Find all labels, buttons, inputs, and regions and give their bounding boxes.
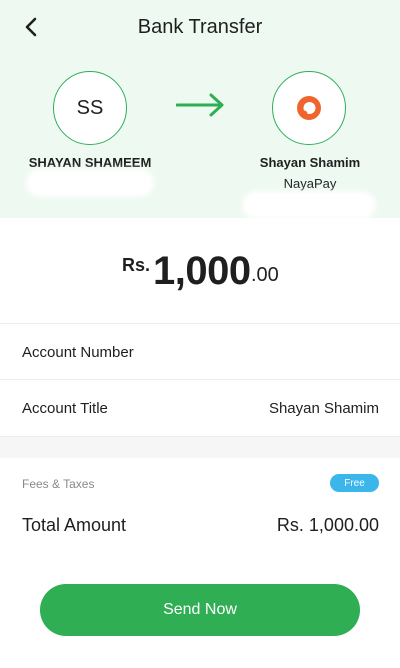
total-amount-value: Rs. 1,000.00 bbox=[276, 515, 379, 535]
sender-avatar: SS bbox=[53, 71, 127, 145]
total-amount-label: Total Amount bbox=[22, 515, 127, 535]
fees-badge: Free bbox=[330, 474, 379, 492]
account-title-label: Account Title bbox=[22, 400, 108, 417]
divider bbox=[0, 379, 400, 380]
nayapay-logo-icon bbox=[297, 96, 321, 120]
amount-currency: Rs. bbox=[122, 255, 151, 275]
account-number-label: Account Number bbox=[22, 344, 134, 361]
account-title-value: Shayan Shamim bbox=[268, 400, 379, 417]
sender-name: SHAYAN SHAMEEM bbox=[28, 155, 152, 170]
fees-label: Fees & Taxes bbox=[22, 477, 95, 491]
amount-whole: 1,000 bbox=[153, 249, 251, 293]
receiver-name: Shayan Shamim bbox=[259, 155, 361, 170]
send-now-button[interactable]: Send Now bbox=[40, 584, 360, 636]
amount-decimal: .00 bbox=[251, 264, 279, 286]
sender-initials: SS bbox=[76, 96, 104, 119]
redacted-sender-account bbox=[30, 173, 150, 193]
receiver-bank: NayaPay bbox=[283, 176, 337, 191]
transfer-amount: Rs. 1,000 .00 bbox=[0, 247, 400, 297]
redacted-receiver-account bbox=[246, 195, 372, 215]
divider bbox=[0, 323, 400, 324]
page-title: Bank Transfer bbox=[137, 16, 263, 38]
receiver-avatar bbox=[272, 71, 346, 145]
section-separator bbox=[0, 437, 400, 458]
arrow-right-icon bbox=[176, 93, 224, 117]
